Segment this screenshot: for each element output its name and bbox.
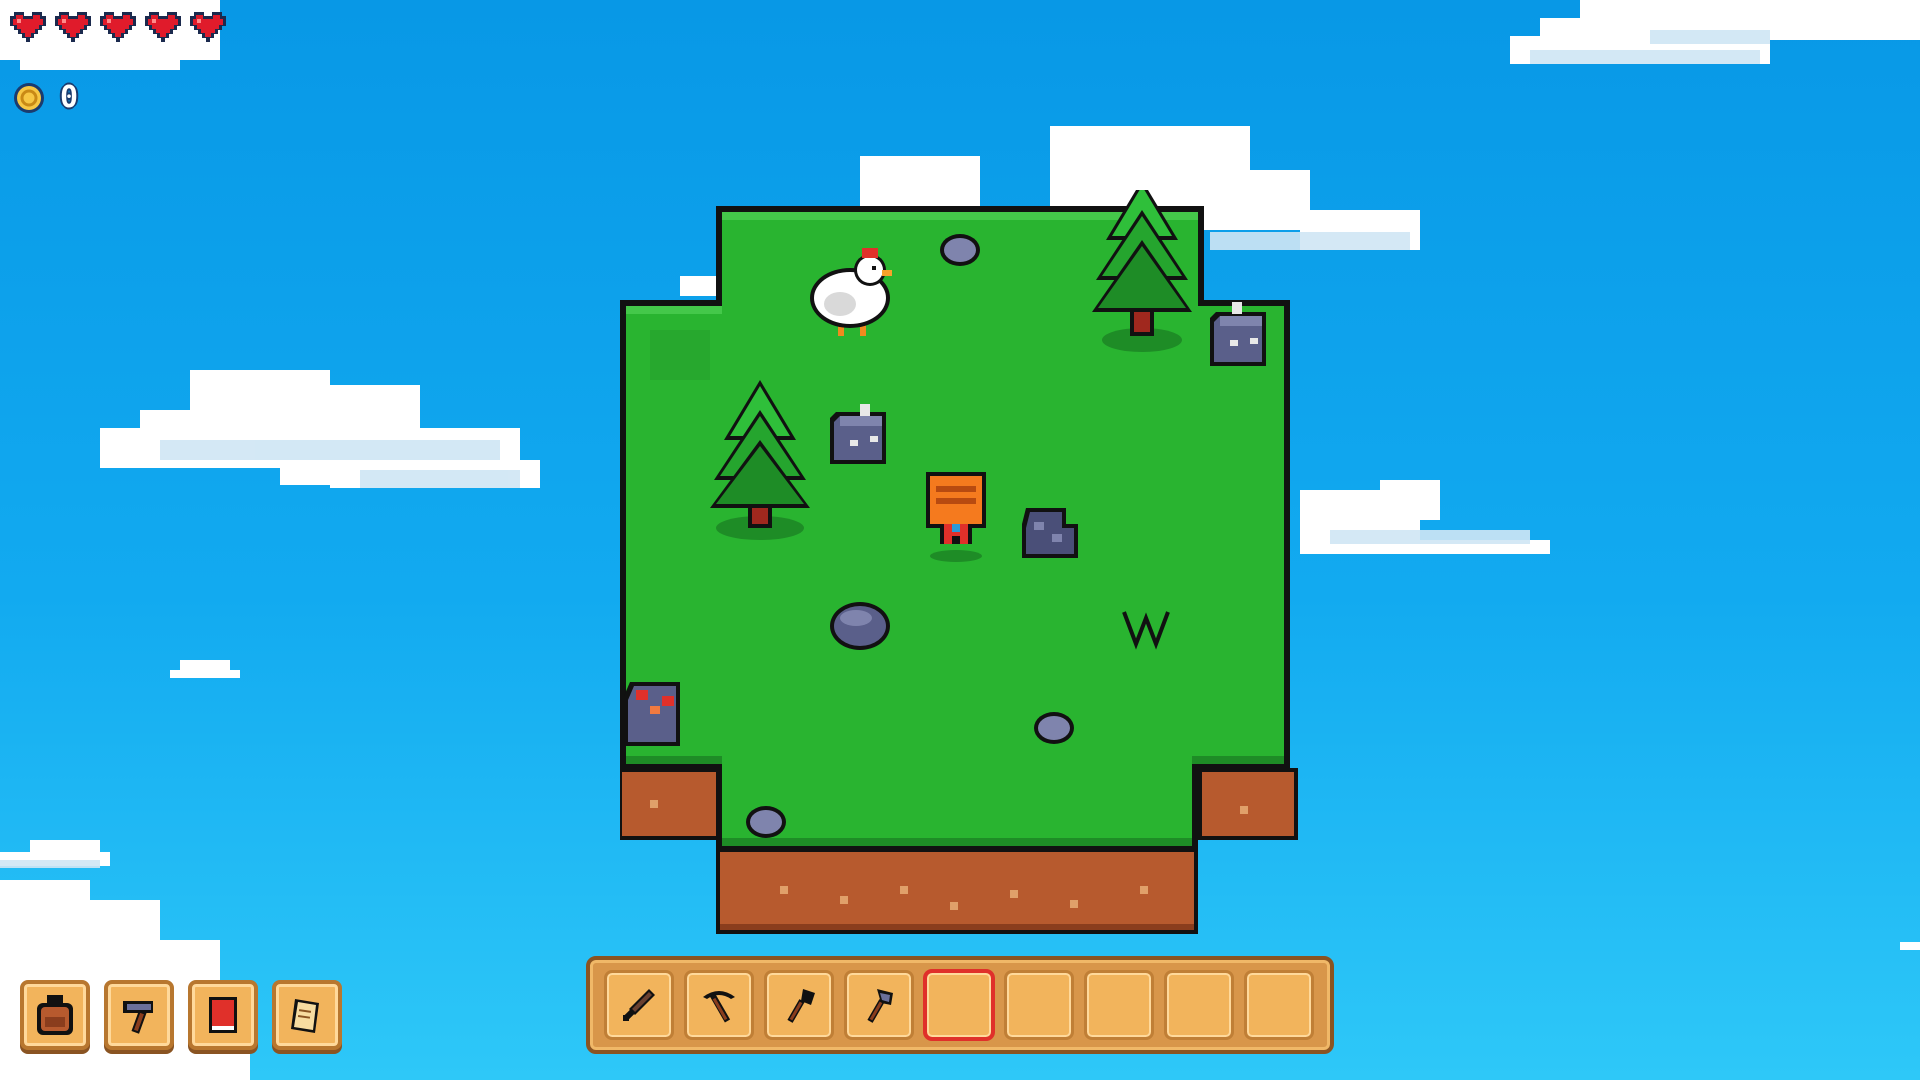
heart-icon [10,10,46,42]
heart-icon [55,10,91,42]
coin-count: 0 [60,80,79,115]
hotbar-slot-6[interactable] [1004,970,1074,1040]
island [620,190,1298,934]
axe-icon [867,989,893,1023]
boulder[interactable] [830,602,890,650]
backpack-button[interactable] [20,980,90,1050]
heart-icon [145,10,181,42]
crafting-button[interactable] [104,980,174,1050]
rock[interactable] [830,404,886,464]
copper-ore-rock[interactable] [624,682,680,746]
pebble[interactable] [1034,712,1074,744]
hotbar-slot-9[interactable] [1244,970,1314,1040]
hotbar-slot-5[interactable] [924,970,994,1040]
scroll-icon [291,999,319,1033]
pebble[interactable] [746,806,786,838]
hotbar [586,956,1334,1054]
hotbar-slot-4[interactable] [844,970,914,1040]
book-button[interactable] [188,980,258,1050]
hammer-icon [123,1001,153,1034]
menu-bar [20,980,342,1050]
quests-button[interactable] [272,980,342,1050]
sword-icon [623,989,655,1021]
heart-icon [190,10,226,42]
book-icon [209,997,237,1033]
pebble[interactable] [940,234,980,266]
coin-icon [14,82,44,113]
heart-icon [100,10,136,42]
coin-counter: 0 [12,80,78,115]
hotbar-slot-2[interactable] [684,970,754,1040]
backpack-icon [37,995,73,1035]
hotbar-slot-8[interactable] [1164,970,1234,1040]
hotbar-slot-7[interactable] [1084,970,1154,1040]
health-bar [10,10,226,42]
shovel-icon [787,989,815,1023]
hotbar-slot-1[interactable] [604,970,674,1040]
pickaxe-icon [703,991,735,1023]
hotbar-slot-3[interactable] [764,970,834,1040]
